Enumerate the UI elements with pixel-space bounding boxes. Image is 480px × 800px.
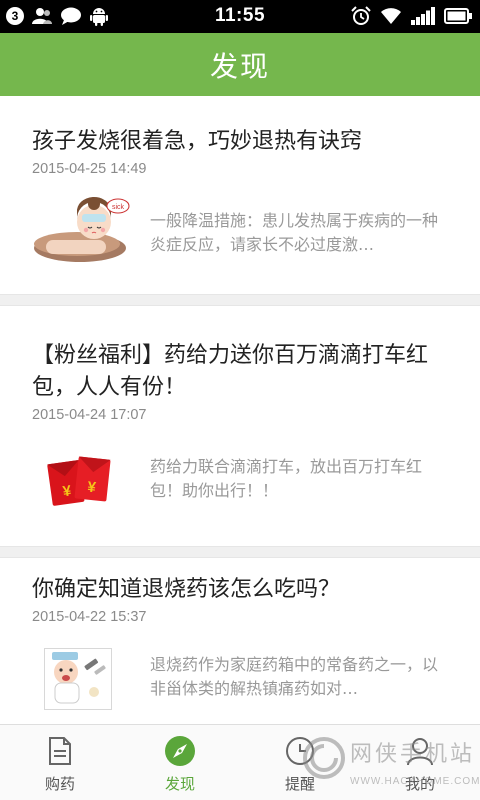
article-divider (0, 294, 480, 306)
article-title: 【粉丝福利】药给力送你百万滴滴打车红包，人人有份！ (32, 343, 429, 400)
article-date: 2015-04-25 14:49 (32, 161, 147, 177)
tab-reminder[interactable]: 提醒 (240, 725, 360, 800)
article-title: 你确定知道退烧药该怎么吃吗？ (32, 577, 341, 602)
app-header: 发现 (0, 33, 480, 96)
article-feed[interactable]: 孩子发烧很着急，巧妙退热有诀窍 2015-04-25 14:49 sick 一般… (0, 96, 480, 724)
signal-icon (411, 7, 435, 25)
wifi-icon (381, 8, 401, 24)
tab-profile[interactable]: 我的 (360, 725, 480, 800)
page-title: 发现 (209, 49, 270, 83)
tab-label: 我的 (404, 775, 435, 793)
sick-child-illustration: sick (34, 196, 130, 262)
red-envelopes-illustration: ¥ ¥ (47, 456, 111, 506)
bottom-tab-bar: 购药 发现 提醒 我的 (0, 724, 480, 800)
tab-label: 提醒 (284, 775, 315, 793)
compass-icon (165, 736, 195, 766)
article-summary: 药给力联合滴滴打车，放出百万打车红包！助你出行！！ (150, 457, 423, 500)
article-summary: 退烧药作为家庭药箱中的常备药之一，以非甾体类的解热镇痛药如对… (150, 655, 439, 698)
article-card[interactable]: 孩子发烧很着急，巧妙退热有诀窍 2015-04-25 14:49 sick 一般… (0, 96, 480, 294)
tab-discover[interactable]: 发现 (120, 725, 240, 800)
tab-label: 发现 (164, 775, 195, 793)
battery-icon (444, 8, 472, 24)
status-bar: 3 11:55 (0, 0, 480, 33)
sick-bubble-text: sick (112, 204, 125, 211)
article-date: 2015-04-22 15:37 (32, 609, 147, 625)
tab-label: 购药 (44, 775, 75, 793)
article-date: 2015-04-24 17:07 (32, 407, 147, 423)
baby-medicine-illustration (44, 648, 112, 710)
article-divider (0, 546, 480, 558)
alarm-icon (351, 6, 371, 25)
article-card[interactable]: 【粉丝福利】药给力送你百万滴滴打车红包，人人有份！ 2015-04-24 17:… (0, 306, 480, 546)
article-title: 孩子发烧很着急，巧妙退热有诀窍 (32, 129, 363, 154)
tab-purchase[interactable]: 购药 (0, 725, 120, 800)
profile-icon (407, 738, 433, 766)
document-icon (49, 737, 71, 765)
article-card[interactable]: 你确定知道退烧药该怎么吃吗？ 2015-04-22 15:37 退烧药作为家庭药… (0, 558, 480, 724)
status-right-icons (351, 6, 472, 26)
article-summary: 一般降温措施：患儿发热属于疾病的一种炎症反应，请家长不必过度激… (150, 211, 439, 254)
clock-icon (286, 737, 314, 765)
